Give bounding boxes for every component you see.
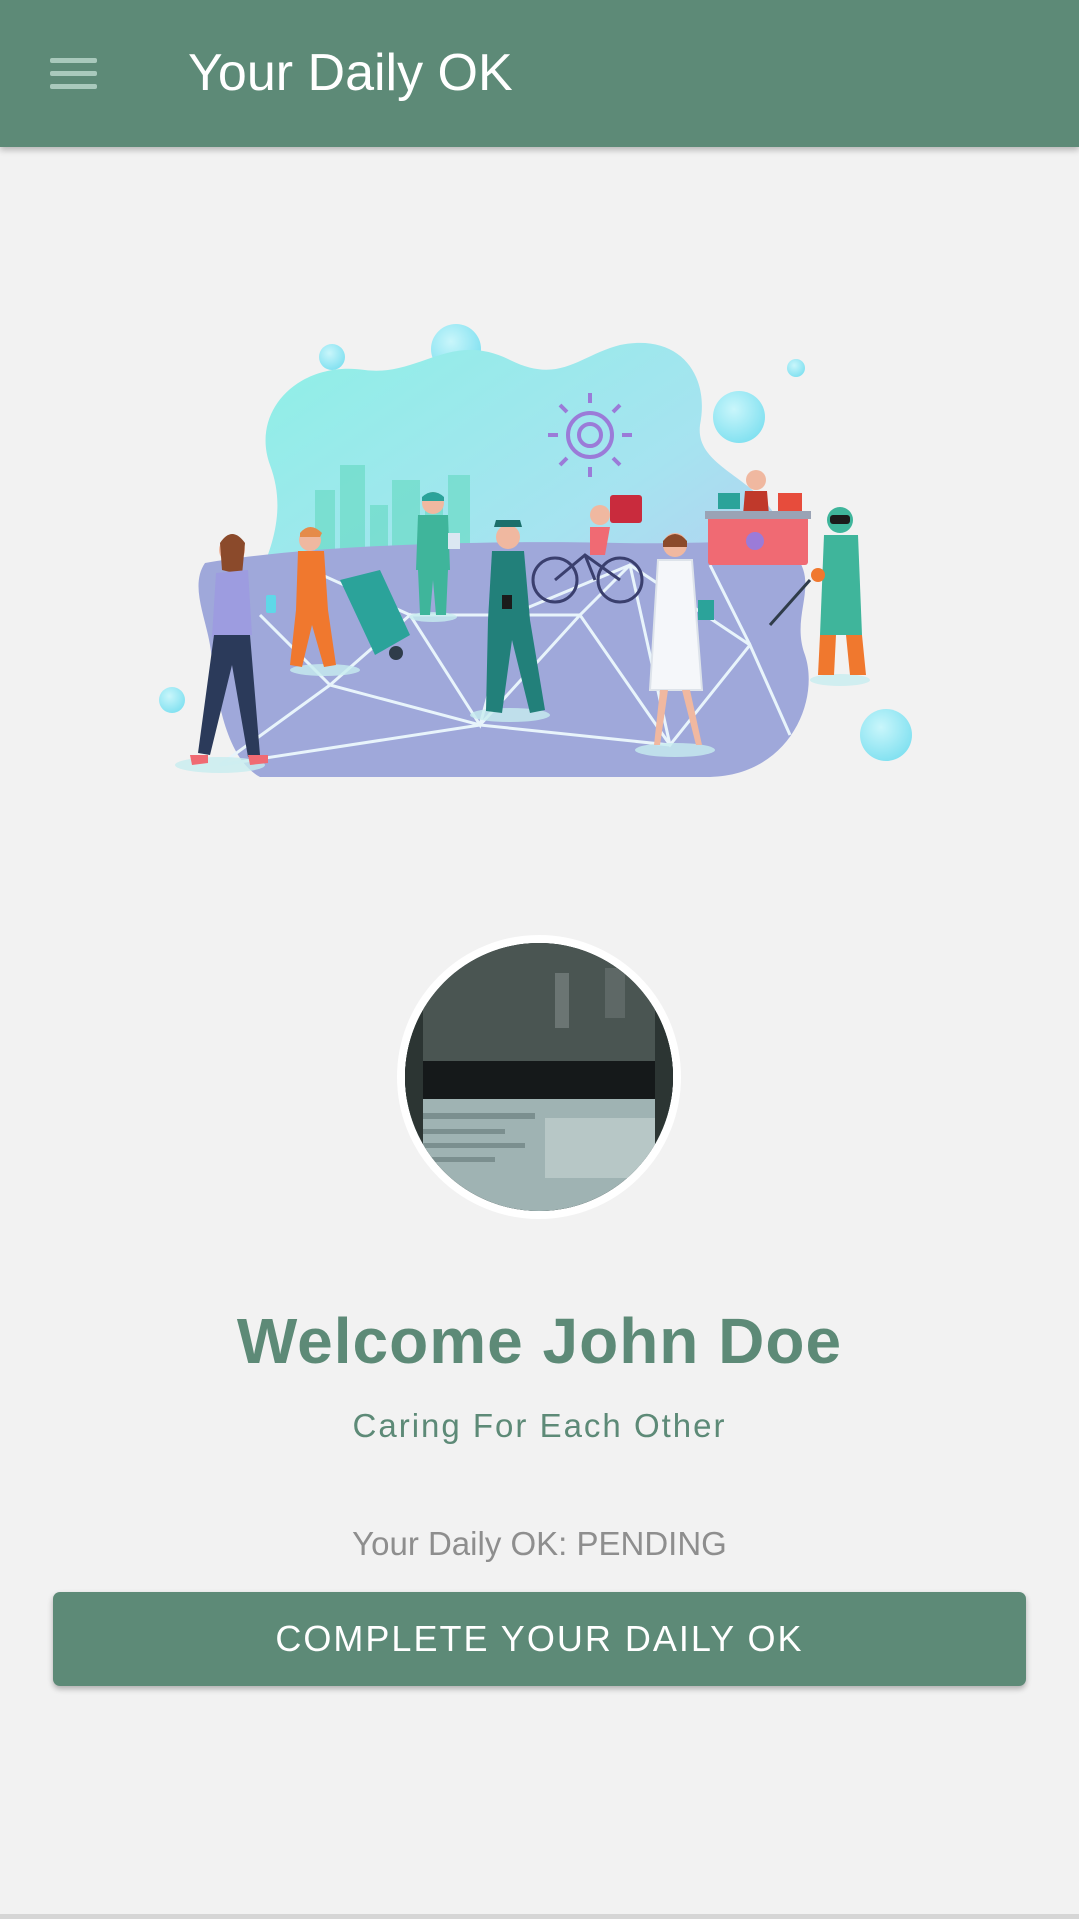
bubble [159, 687, 185, 713]
daily-ok-status: Your Daily OK: PENDING [352, 1525, 727, 1562]
bottom-edge-divider [0, 1914, 1079, 1919]
essential-workers-illustration [159, 324, 912, 777]
user-avatar-photo [405, 943, 673, 1211]
complete-daily-ok-button[interactable]: COMPLETE YOUR DAILY OK [53, 1592, 1026, 1686]
bubble [787, 359, 805, 377]
welcome-heading: Welcome John Doe [236, 1305, 843, 1377]
user-avatar[interactable] [397, 935, 681, 1219]
app-title: Your Daily OK [188, 44, 513, 102]
app-bar: Your Daily OK [0, 0, 1079, 147]
bubble [713, 391, 765, 443]
menu-button[interactable] [36, 42, 110, 104]
bubble [860, 709, 912, 761]
bubble [319, 344, 345, 370]
tagline: Caring For Each Other [352, 1407, 727, 1444]
